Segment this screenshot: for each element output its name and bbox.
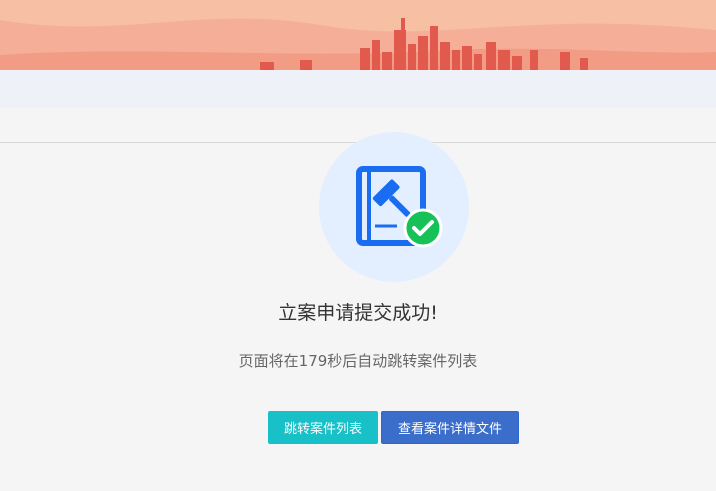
sub-header-bar (0, 70, 716, 108)
judgment-document-check-icon (356, 166, 443, 248)
header-banner (0, 0, 716, 70)
success-title: 立案申请提交成功! (278, 302, 438, 324)
success-icon-badge (319, 132, 469, 282)
go-to-case-list-button[interactable]: 跳转案件列表 (268, 411, 378, 444)
skyline-illustration (0, 0, 716, 70)
view-case-detail-button[interactable]: 查看案件详情文件 (381, 411, 519, 444)
redirect-countdown-text: 页面将在179秒后自动跳转案件列表 (238, 352, 478, 370)
